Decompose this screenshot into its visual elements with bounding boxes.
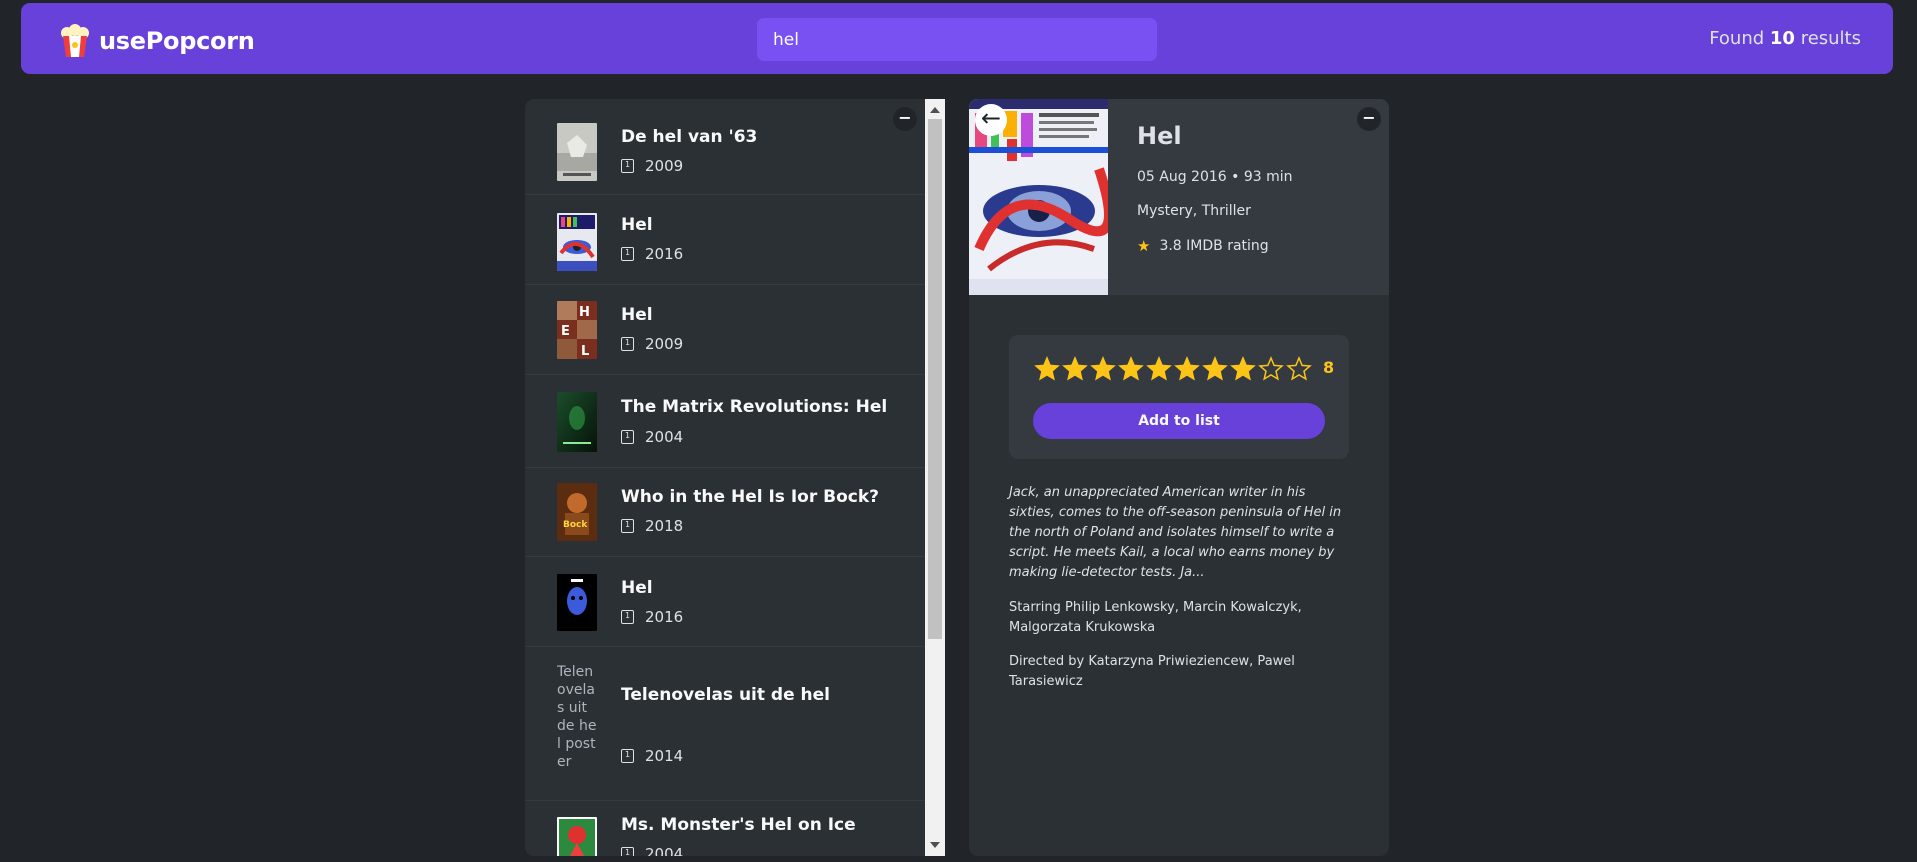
- movie-title: Hel: [621, 305, 653, 325]
- movie-poster: [557, 123, 597, 181]
- details-header: ← Hel 05 Aug 2016 • 93 min Mystery, Thri…: [969, 99, 1389, 295]
- list-scrollbar[interactable]: [925, 99, 945, 856]
- star-rating-value: 8: [1323, 358, 1335, 377]
- star-filled-icon[interactable]: [1033, 355, 1061, 383]
- star-filled-icon[interactable]: [1201, 355, 1229, 383]
- movie-details-box: ← Hel 05 Aug 2016 • 93 min Mystery, Thri…: [969, 99, 1389, 856]
- movie-year: 1 2009: [621, 335, 683, 353]
- search-input[interactable]: [757, 18, 1157, 61]
- logo: usePopcorn: [57, 23, 255, 59]
- movie-list-item[interactable]: Hel 1 2016: [525, 557, 925, 647]
- star-rating[interactable]: [1033, 355, 1313, 383]
- calendar-icon: 1: [621, 847, 634, 856]
- movie-title: Hel: [621, 578, 653, 598]
- details-meta: 05 Aug 2016 • 93 min: [1137, 169, 1293, 185]
- details-directed: Directed by Katarzyna Priwieziencew, Paw…: [1009, 654, 1295, 689]
- movie-list-item[interactable]: Hel 1 2016: [525, 195, 925, 285]
- results-number: 10: [1769, 28, 1795, 49]
- movie-title: Hel: [621, 215, 653, 235]
- details-genre: Mystery, Thriller: [1137, 203, 1251, 219]
- movie-poster: H E L: [557, 301, 597, 359]
- popcorn-icon: [61, 24, 89, 57]
- details-imdb: ★ 3.8 IMDB rating: [1137, 237, 1269, 255]
- rating-box: 8 Add to list: [1009, 335, 1349, 459]
- star-filled-icon[interactable]: [1089, 355, 1117, 383]
- movie-title: The Matrix Revolutions: Hel: [621, 397, 888, 417]
- movie-year: 1 2014: [621, 747, 683, 765]
- star-filled-icon[interactable]: [1173, 355, 1201, 383]
- results-prefix: Found: [1709, 28, 1765, 49]
- movie-title: Ms. Monster's Hel on Ice: [621, 815, 856, 835]
- details-plot: Jack, an unappreciated American writer i…: [1009, 485, 1342, 580]
- list-collapse-toggle[interactable]: −: [893, 107, 917, 131]
- star-icon: ★: [1137, 237, 1151, 255]
- movie-year: 1 2016: [621, 245, 683, 263]
- movie-list: De hel van '63 1 2009 Hel 1 2016 H E L H…: [525, 99, 925, 856]
- svg-text:E: E: [561, 324, 570, 339]
- scroll-up-arrow-icon[interactable]: [930, 107, 940, 113]
- movie-poster: [557, 213, 597, 271]
- star-empty-icon[interactable]: [1285, 355, 1313, 383]
- movie-list-item[interactable]: Telenovelas uit de hel poster Telenovela…: [525, 647, 925, 801]
- movie-poster: [557, 574, 597, 631]
- details-title: Hel: [1137, 122, 1182, 150]
- movie-list-item[interactable]: De hel van '63 1 2009: [525, 99, 925, 195]
- movie-list-item[interactable]: Bock Who in the Hel Is Ior Bock? 1 2018: [525, 468, 925, 557]
- movie-poster: [557, 817, 597, 856]
- details-collapse-toggle[interactable]: −: [1357, 107, 1381, 131]
- svg-text:H: H: [579, 305, 590, 320]
- movie-title: Telenovelas uit de hel: [621, 685, 831, 705]
- star-filled-icon[interactable]: [1061, 355, 1089, 383]
- calendar-icon: 1: [621, 749, 634, 763]
- movie-list-item[interactable]: The Matrix Revolutions: Hel 1 2004: [525, 375, 925, 468]
- back-button[interactable]: ←: [975, 104, 1007, 136]
- search-results-box: De hel van '63 1 2009 Hel 1 2016 H E L H…: [525, 99, 945, 856]
- svg-text:Bock: Bock: [563, 520, 588, 530]
- navbar: usePopcorn Found 10 results: [21, 3, 1893, 74]
- movie-poster: [557, 392, 597, 452]
- add-to-list-button[interactable]: Add to list: [1033, 403, 1325, 439]
- results-count: Found 10 results: [1709, 28, 1861, 49]
- details-starring: Starring Philip Lenkowsky, Marcin Kowalc…: [1009, 600, 1302, 635]
- star-filled-icon[interactable]: [1229, 355, 1257, 383]
- calendar-icon: 1: [621, 610, 634, 624]
- movie-list-item[interactable]: Ms. Monster's Hel on Ice 1 2004: [525, 801, 925, 856]
- app-title: usePopcorn: [99, 27, 255, 55]
- calendar-icon: 1: [621, 430, 634, 444]
- star-empty-icon[interactable]: [1257, 355, 1285, 383]
- star-filled-icon[interactable]: [1145, 355, 1173, 383]
- movie-year: 1 2004: [621, 845, 683, 856]
- star-filled-icon[interactable]: [1117, 355, 1145, 383]
- movie-poster-broken: Telenovelas uit de hel poster: [557, 664, 597, 770]
- movie-title: Who in the Hel Is Ior Bock?: [621, 487, 880, 507]
- calendar-icon: 1: [621, 159, 634, 173]
- movie-year: 1 2016: [621, 608, 683, 626]
- scrollbar-thumb[interactable]: [928, 119, 942, 639]
- scroll-down-arrow-icon[interactable]: [930, 842, 940, 848]
- movie-title: De hel van '63: [621, 127, 758, 147]
- results-suffix: results: [1800, 28, 1861, 49]
- calendar-icon: 1: [621, 337, 634, 351]
- svg-text:L: L: [581, 344, 589, 359]
- movie-year: 1 2009: [621, 157, 683, 175]
- calendar-icon: 1: [621, 247, 634, 261]
- movie-year: 1 2018: [621, 517, 683, 535]
- movie-year: 1 2004: [621, 428, 683, 446]
- movie-poster: Bock: [557, 483, 597, 541]
- movie-list-item[interactable]: H E L Hel 1 2009: [525, 285, 925, 375]
- calendar-icon: 1: [621, 519, 634, 533]
